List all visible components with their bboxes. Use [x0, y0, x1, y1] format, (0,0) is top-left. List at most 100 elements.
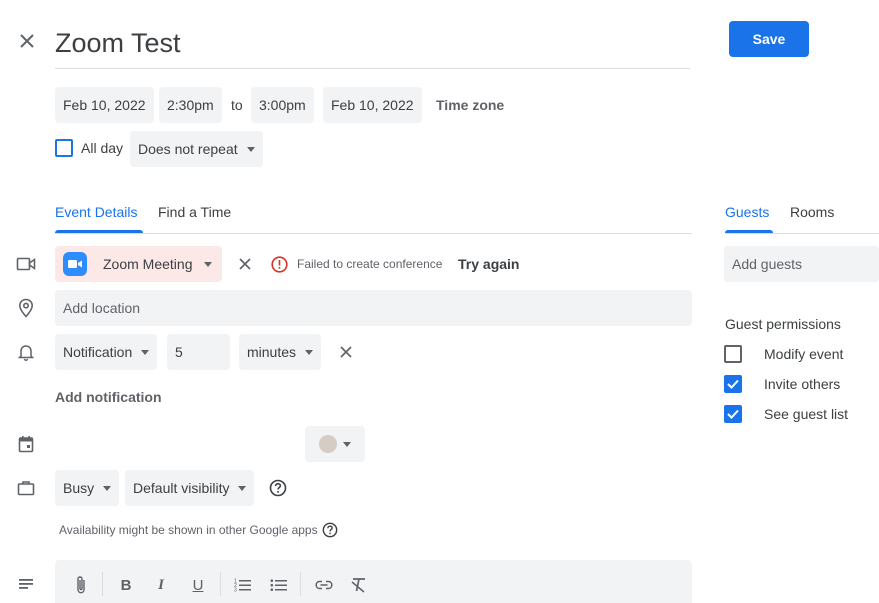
all-day-toggle[interactable]: All day	[55, 139, 123, 157]
timezone-button[interactable]: Time zone	[436, 87, 504, 123]
chevron-down-icon	[103, 485, 112, 491]
save-button[interactable]: Save	[729, 21, 809, 57]
error-icon	[270, 255, 288, 273]
try-again-button[interactable]: Try again	[458, 256, 519, 272]
insert-link-button[interactable]	[312, 573, 336, 597]
busy-status-dropdown[interactable]: Busy	[55, 470, 120, 506]
repeat-dropdown[interactable]: Does not repeat	[130, 131, 263, 167]
toolbar-separator	[300, 572, 301, 596]
italic-icon: I	[158, 576, 164, 593]
underline-icon: U	[192, 576, 204, 594]
add-guests-input[interactable]: Add guests	[724, 246, 879, 282]
bell-icon	[15, 341, 37, 363]
tab-guests[interactable]: Guests	[725, 204, 769, 224]
paperclip-icon	[77, 576, 85, 594]
notification-amount-input[interactable]: 5	[167, 334, 230, 370]
svg-text:3: 3	[234, 588, 237, 593]
notification-type-dropdown[interactable]: Notification	[55, 334, 158, 370]
conference-error-text: Failed to create conference	[297, 257, 443, 271]
toolbar-separator	[220, 572, 221, 596]
end-date-picker[interactable]: Feb 10, 2022	[323, 87, 422, 123]
modify-event-label: Modify event	[764, 346, 844, 362]
chevron-down-icon	[305, 349, 314, 355]
notification-amount-text: 5	[175, 344, 183, 360]
attachment-button[interactable]	[69, 573, 93, 597]
calendar-icon	[15, 433, 37, 455]
permission-modify-event[interactable]: Modify event	[724, 345, 843, 363]
guest-permissions-title: Guest permissions	[725, 316, 841, 332]
chevron-down-icon	[238, 485, 247, 491]
repeat-text: Does not repeat	[138, 141, 238, 157]
conference-label: Zoom Meeting	[103, 256, 193, 272]
close-button[interactable]	[14, 28, 40, 54]
close-icon	[239, 258, 251, 270]
description-toolbar: B I U 123	[55, 560, 692, 603]
location-pin-icon	[15, 297, 37, 319]
availability-note: Availability might be shown in other Goo…	[59, 523, 318, 537]
modify-event-checkbox[interactable]	[724, 345, 742, 363]
chevron-down-icon	[343, 441, 351, 447]
end-date-text: Feb 10, 2022	[331, 97, 414, 113]
permission-invite-others[interactable]: Invite others	[724, 375, 840, 393]
tab-rooms[interactable]: Rooms	[790, 204, 834, 224]
bold-button[interactable]: B	[114, 573, 138, 597]
checkmark-icon	[727, 379, 739, 389]
numbered-list-button[interactable]: 123	[231, 573, 255, 597]
tab-find-a-time[interactable]: Find a Time	[158, 204, 231, 224]
start-time-picker[interactable]: 2:30pm	[159, 87, 222, 123]
bulleted-list-button[interactable]	[267, 573, 291, 597]
description-icon	[15, 573, 37, 595]
notification-unit-text: minutes	[247, 344, 297, 360]
help-icon	[269, 479, 287, 497]
invite-others-label: Invite others	[764, 376, 841, 392]
briefcase-icon	[15, 477, 37, 499]
bold-icon: B	[120, 576, 132, 594]
invite-others-checkbox[interactable]	[724, 375, 742, 393]
add-notification-button[interactable]: Add notification	[55, 389, 162, 405]
location-placeholder: Add location	[63, 300, 141, 316]
busy-status-text: Busy	[63, 480, 95, 496]
toolbar-separator	[102, 572, 103, 596]
tab-event-details[interactable]: Event Details	[55, 204, 137, 224]
link-icon	[315, 580, 333, 590]
add-guests-placeholder: Add guests	[732, 256, 803, 272]
close-icon	[340, 346, 352, 358]
chevron-down-icon	[204, 261, 213, 267]
see-guest-list-checkbox[interactable]	[724, 405, 742, 423]
end-time-picker[interactable]: 3:00pm	[251, 87, 314, 123]
close-icon	[20, 34, 34, 48]
help-button[interactable]	[268, 478, 288, 498]
start-date-picker[interactable]: Feb 10, 2022	[55, 87, 154, 123]
remove-conference-button[interactable]	[236, 255, 254, 273]
clear-formatting-button[interactable]	[347, 573, 371, 597]
checkmark-icon	[727, 409, 739, 419]
italic-button[interactable]: I	[149, 573, 173, 597]
tabs-divider	[55, 233, 692, 234]
location-input[interactable]: Add location	[55, 290, 692, 326]
permission-see-guest-list[interactable]: See guest list	[724, 405, 848, 423]
notification-unit-dropdown[interactable]: minutes	[239, 334, 322, 370]
end-time-text: 3:00pm	[259, 97, 306, 113]
conference-dropdown[interactable]: Zoom Meeting	[55, 246, 222, 282]
visibility-dropdown[interactable]: Default visibility	[125, 470, 255, 506]
underline-button[interactable]: U	[186, 573, 210, 597]
video-camera-icon	[15, 253, 37, 275]
notification-type-text: Notification	[63, 344, 133, 360]
zoom-logo-icon	[63, 252, 87, 276]
start-date-text: Feb 10, 2022	[63, 97, 146, 113]
to-label: to	[231, 97, 243, 113]
right-tabs-divider	[725, 233, 879, 234]
event-color-dropdown[interactable]	[305, 426, 365, 462]
help-icon	[322, 522, 337, 537]
numbered-list-icon: 123	[234, 579, 251, 593]
event-title-input[interactable]: Zoom Test	[55, 26, 690, 69]
all-day-label: All day	[81, 140, 124, 156]
event-color-swatch	[319, 435, 337, 453]
chevron-down-icon	[141, 349, 150, 355]
see-guest-list-label: See guest list	[764, 406, 849, 422]
all-day-checkbox[interactable]	[55, 139, 73, 157]
bulleted-list-icon	[270, 579, 287, 591]
availability-help-button[interactable]	[321, 521, 338, 538]
visibility-text: Default visibility	[133, 480, 230, 496]
remove-notification-button[interactable]	[337, 343, 355, 361]
